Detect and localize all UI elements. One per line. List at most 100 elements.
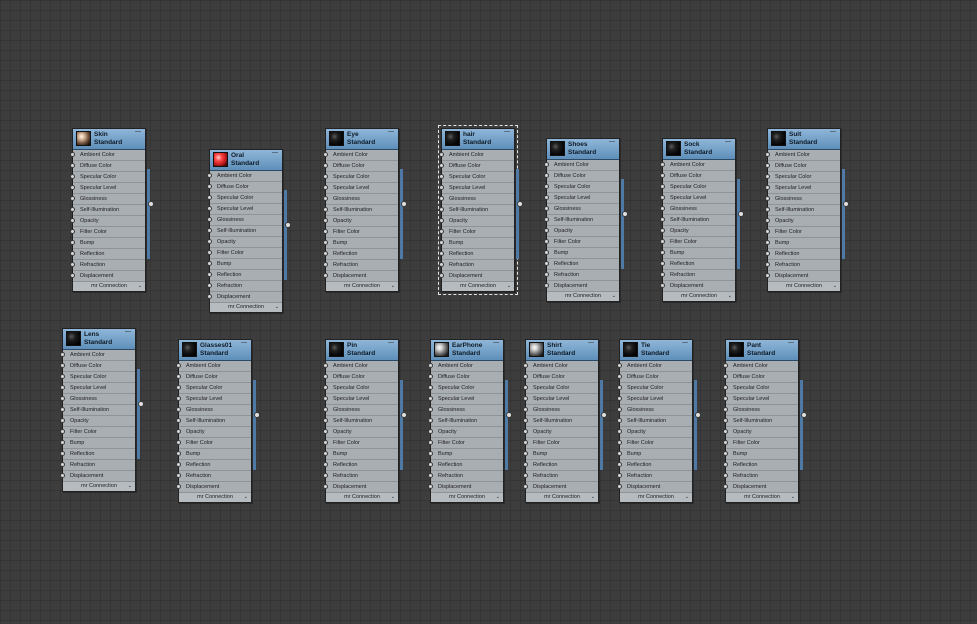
map-slot[interactable]: Specular Color	[439, 172, 514, 183]
map-slot[interactable]: Self-Illumination	[439, 205, 514, 216]
expand-arrow-icon[interactable]: ⌄	[833, 282, 837, 291]
input-socket-icon[interactable]	[70, 229, 75, 234]
output-socket-icon[interactable]	[738, 211, 744, 217]
expand-arrow-icon[interactable]: ⌄	[612, 292, 616, 301]
input-socket-icon[interactable]	[617, 385, 622, 390]
map-slot[interactable]: Diffuse Color	[70, 161, 145, 172]
input-socket-icon[interactable]	[323, 185, 328, 190]
input-socket-icon[interactable]	[544, 283, 549, 288]
mr-connection-rollout[interactable]: mr Connection ⌄	[179, 493, 251, 502]
map-slot[interactable]: Ambient Color	[765, 150, 840, 161]
map-slot[interactable]: Ambient Color	[617, 361, 692, 372]
input-socket-icon[interactable]	[439, 229, 444, 234]
input-socket-icon[interactable]	[617, 396, 622, 401]
input-socket-icon[interactable]	[323, 462, 328, 467]
map-slot[interactable]: Specular Level	[544, 193, 619, 204]
collapse-icon[interactable]: —	[503, 129, 511, 135]
input-socket-icon[interactable]	[176, 440, 181, 445]
input-socket-icon[interactable]	[323, 429, 328, 434]
node-editor-canvas[interactable]: Skin Standard — Ambient Color Diffuse Color S…	[0, 0, 977, 624]
map-slot[interactable]: Glossiness	[60, 394, 135, 405]
map-slot[interactable]: Refraction	[544, 270, 619, 281]
map-slot[interactable]: Opacity	[60, 416, 135, 427]
map-slot[interactable]: Opacity	[323, 427, 398, 438]
collapse-icon[interactable]: —	[492, 340, 500, 346]
input-socket-icon[interactable]	[428, 418, 433, 423]
input-socket-icon[interactable]	[439, 251, 444, 256]
map-slot[interactable]: Filter Color	[617, 438, 692, 449]
input-socket-icon[interactable]	[765, 273, 770, 278]
input-socket-icon[interactable]	[660, 173, 665, 178]
input-socket-icon[interactable]	[765, 185, 770, 190]
map-slot[interactable]: Reflection	[660, 259, 735, 270]
map-slot[interactable]: Bump	[323, 449, 398, 460]
material-node-lens[interactable]: Lens Standard — Ambient Color Diffuse Color S…	[60, 328, 144, 492]
input-socket-icon[interactable]	[428, 385, 433, 390]
input-socket-icon[interactable]	[523, 418, 528, 423]
map-slot[interactable]: Displacement	[428, 482, 503, 493]
map-slot[interactable]: Displacement	[323, 482, 398, 493]
collapse-icon[interactable]: —	[681, 340, 689, 346]
map-slot[interactable]: Glossiness	[323, 194, 398, 205]
input-socket-icon[interactable]	[70, 273, 75, 278]
map-slot[interactable]: Bump	[617, 449, 692, 460]
map-slot[interactable]: Glossiness	[176, 405, 251, 416]
map-slot[interactable]: Bump	[660, 248, 735, 259]
input-socket-icon[interactable]	[428, 429, 433, 434]
collapse-icon[interactable]: —	[134, 129, 142, 135]
input-socket-icon[interactable]	[544, 184, 549, 189]
map-slot[interactable]: Refraction	[176, 471, 251, 482]
input-socket-icon[interactable]	[428, 396, 433, 401]
node-header[interactable]: Glasses01 Standard —	[179, 340, 251, 361]
map-slot[interactable]: Reflection	[617, 460, 692, 471]
input-socket-icon[interactable]	[723, 385, 728, 390]
map-slot[interactable]: Opacity	[723, 427, 798, 438]
output-socket-icon[interactable]	[401, 412, 407, 418]
input-socket-icon[interactable]	[439, 163, 444, 168]
material-node-shoes[interactable]: Shoes Standard — Ambient Color Diffuse Color…	[544, 138, 628, 302]
map-slot[interactable]: Displacement	[176, 482, 251, 493]
map-slot[interactable]: Bump	[523, 449, 598, 460]
input-socket-icon[interactable]	[60, 396, 65, 401]
input-socket-icon[interactable]	[60, 451, 65, 456]
map-slot[interactable]: Ambient Color	[176, 361, 251, 372]
input-socket-icon[interactable]	[323, 473, 328, 478]
map-slot[interactable]: Self-Illumination	[765, 205, 840, 216]
map-slot[interactable]: Specular Level	[523, 394, 598, 405]
collapse-icon[interactable]: —	[829, 129, 837, 135]
map-slot[interactable]: Diffuse Color	[723, 372, 798, 383]
input-socket-icon[interactable]	[660, 217, 665, 222]
map-slot[interactable]: Displacement	[765, 271, 840, 282]
input-socket-icon[interactable]	[544, 228, 549, 233]
expand-arrow-icon[interactable]: ⌄	[728, 292, 732, 301]
map-slot[interactable]: Self-Illumination	[617, 416, 692, 427]
input-socket-icon[interactable]	[60, 462, 65, 467]
input-socket-icon[interactable]	[660, 250, 665, 255]
map-slot[interactable]: Self-Illumination	[660, 215, 735, 226]
input-socket-icon[interactable]	[428, 484, 433, 489]
input-socket-icon[interactable]	[207, 261, 212, 266]
input-socket-icon[interactable]	[617, 407, 622, 412]
map-slot[interactable]: Specular Color	[617, 383, 692, 394]
node-header[interactable]: Sock Standard —	[663, 139, 735, 160]
input-socket-icon[interactable]	[323, 363, 328, 368]
map-slot[interactable]: Ambient Color	[439, 150, 514, 161]
map-slot[interactable]: Refraction	[60, 460, 135, 471]
input-socket-icon[interactable]	[544, 195, 549, 200]
input-socket-icon[interactable]	[323, 440, 328, 445]
input-socket-icon[interactable]	[323, 484, 328, 489]
input-socket-icon[interactable]	[70, 152, 75, 157]
map-slot[interactable]: Opacity	[176, 427, 251, 438]
input-socket-icon[interactable]	[765, 240, 770, 245]
input-socket-icon[interactable]	[723, 429, 728, 434]
input-socket-icon[interactable]	[765, 163, 770, 168]
expand-arrow-icon[interactable]: ⌄	[391, 282, 395, 291]
input-socket-icon[interactable]	[439, 262, 444, 267]
input-socket-icon[interactable]	[439, 207, 444, 212]
material-node-oral[interactable]: Oral Standard — Ambient Color Diffuse Color S…	[207, 149, 291, 313]
material-node-pant[interactable]: Pant Standard — Ambient Color Diffuse Color S…	[723, 339, 807, 503]
input-socket-icon[interactable]	[60, 429, 65, 434]
input-socket-icon[interactable]	[70, 251, 75, 256]
input-socket-icon[interactable]	[660, 272, 665, 277]
map-slot[interactable]: Refraction	[70, 260, 145, 271]
